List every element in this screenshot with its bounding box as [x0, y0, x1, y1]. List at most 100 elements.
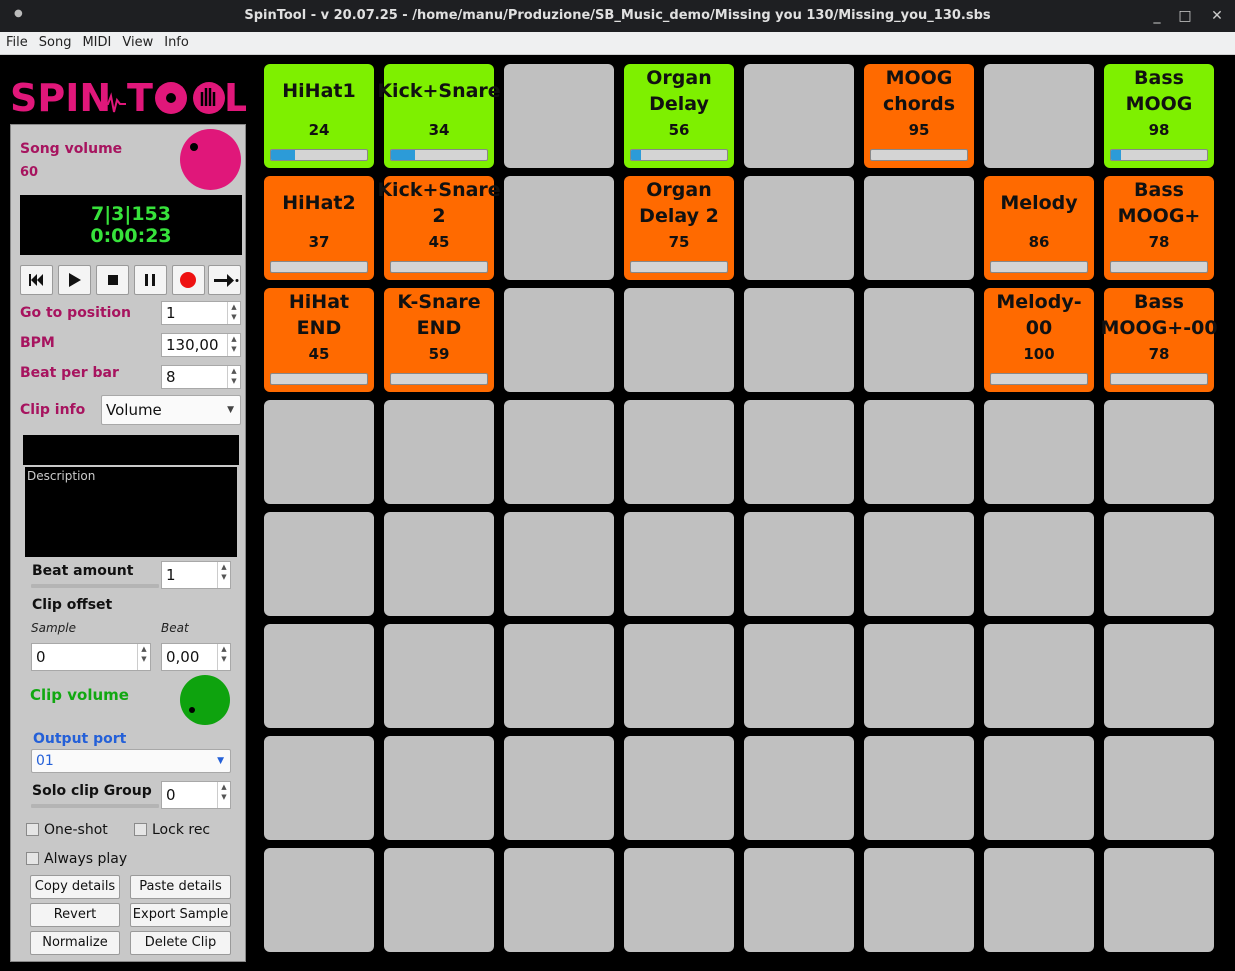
empty-clip-slot[interactable] [504, 624, 614, 728]
empty-clip-slot[interactable] [864, 288, 974, 392]
empty-clip-slot[interactable] [744, 736, 854, 840]
empty-clip-slot[interactable] [744, 64, 854, 168]
spin-arrows-icon[interactable]: ▲ ▼ [217, 562, 230, 588]
empty-clip-slot[interactable] [744, 176, 854, 280]
clip-pad[interactable]: Bass MOOG+ 78 [1104, 176, 1214, 280]
revert-button[interactable]: Revert [30, 903, 120, 927]
empty-clip-slot[interactable] [744, 288, 854, 392]
output-port-select[interactable]: 01 ▼ [31, 749, 231, 773]
beat-amount-input[interactable]: 1 ▲ ▼ [161, 561, 231, 589]
follow-button[interactable] [208, 265, 241, 295]
empty-clip-slot[interactable] [384, 848, 494, 952]
empty-clip-slot[interactable] [864, 624, 974, 728]
goto-position-input[interactable]: 1 ▲ ▼ [161, 301, 241, 325]
empty-clip-slot[interactable] [1104, 400, 1214, 504]
empty-clip-slot[interactable] [984, 624, 1094, 728]
empty-clip-slot[interactable] [264, 624, 374, 728]
bpm-input[interactable]: 130,00 ▲ ▼ [161, 333, 241, 357]
empty-clip-slot[interactable] [264, 400, 374, 504]
spin-arrows-icon[interactable]: ▲ ▼ [217, 644, 230, 670]
empty-clip-slot[interactable] [504, 64, 614, 168]
empty-clip-slot[interactable] [264, 736, 374, 840]
empty-clip-slot[interactable] [984, 64, 1094, 168]
copy-details-button[interactable]: Copy details [30, 875, 120, 899]
empty-clip-slot[interactable] [744, 512, 854, 616]
export-sample-button[interactable]: Export Sample [130, 903, 231, 927]
empty-clip-slot[interactable] [504, 288, 614, 392]
menu-midi[interactable]: MIDI [76, 32, 116, 50]
paste-details-button[interactable]: Paste details [130, 875, 231, 899]
clip-pad[interactable]: Kick+Snare 34 [377, 64, 501, 168]
clip-volume-knob[interactable] [180, 675, 230, 725]
empty-clip-slot[interactable] [744, 400, 854, 504]
clip-pad[interactable]: Melody 86 [984, 176, 1094, 280]
clip-pad[interactable]: Organ Delay 2 75 [624, 176, 734, 280]
close-button[interactable]: ✕ [1206, 5, 1228, 27]
empty-clip-slot[interactable] [864, 736, 974, 840]
clip-pad[interactable]: K-Snare END 59 [384, 288, 494, 392]
menu-file[interactable]: File [0, 32, 33, 50]
empty-clip-slot[interactable] [504, 736, 614, 840]
clip-info-select[interactable]: Volume ▼ [101, 395, 241, 425]
spin-arrows-icon[interactable]: ▲ ▼ [227, 366, 240, 388]
empty-clip-slot[interactable] [384, 400, 494, 504]
empty-clip-slot[interactable] [624, 288, 734, 392]
spin-arrows-icon[interactable]: ▲ ▼ [137, 644, 150, 670]
empty-clip-slot[interactable] [504, 512, 614, 616]
empty-clip-slot[interactable] [1104, 624, 1214, 728]
empty-clip-slot[interactable] [864, 176, 974, 280]
clip-pad[interactable]: Bass MOOG 98 [1104, 64, 1214, 168]
clip-pad[interactable]: Melody-00 100 [984, 288, 1094, 392]
empty-clip-slot[interactable] [984, 512, 1094, 616]
empty-clip-slot[interactable] [624, 512, 734, 616]
beat-per-bar-input[interactable]: 8 ▲ ▼ [161, 365, 241, 389]
clip-pad[interactable]: HiHat2 37 [264, 176, 374, 280]
clip-pad[interactable]: Kick+Snare 2 45 [377, 176, 501, 280]
description-field[interactable]: Description [25, 467, 237, 557]
empty-clip-slot[interactable] [264, 512, 374, 616]
song-volume-knob[interactable] [180, 129, 241, 190]
empty-clip-slot[interactable] [864, 848, 974, 952]
empty-clip-slot[interactable] [384, 736, 494, 840]
stop-button[interactable] [96, 265, 129, 295]
clip-pad[interactable]: HiHat END 45 [264, 288, 374, 392]
clip-name-field[interactable] [23, 435, 239, 465]
menu-info[interactable]: Info [158, 32, 194, 50]
empty-clip-slot[interactable] [1104, 736, 1214, 840]
empty-clip-slot[interactable] [984, 848, 1094, 952]
rewind-button[interactable] [20, 265, 53, 295]
sample-offset-input[interactable]: 0 ▲ ▼ [31, 643, 151, 671]
clip-pad[interactable]: HiHat1 24 [264, 64, 374, 168]
clip-pad[interactable]: Organ Delay 56 [624, 64, 734, 168]
lock-rec-checkbox[interactable]: Lock rec [134, 822, 210, 838]
normalize-button[interactable]: Normalize [30, 931, 120, 955]
menu-song[interactable]: Song [33, 32, 77, 50]
empty-clip-slot[interactable] [744, 624, 854, 728]
always-play-checkbox[interactable]: Always play [26, 851, 127, 867]
play-button[interactable] [58, 265, 91, 295]
menu-view[interactable]: View [116, 32, 158, 50]
spin-arrows-icon[interactable]: ▲ ▼ [227, 302, 240, 324]
clip-pad[interactable]: Bass MOOG+-00 78 [1100, 288, 1218, 392]
empty-clip-slot[interactable] [504, 176, 614, 280]
beat-offset-input[interactable]: 0,00 ▲ ▼ [161, 643, 231, 671]
maximize-button[interactable]: □ [1174, 5, 1196, 27]
spin-arrows-icon[interactable]: ▲ ▼ [217, 782, 230, 808]
empty-clip-slot[interactable] [1104, 848, 1214, 952]
clip-pad[interactable]: MOOG chords 95 [864, 64, 974, 168]
empty-clip-slot[interactable] [624, 400, 734, 504]
empty-clip-slot[interactable] [744, 848, 854, 952]
empty-clip-slot[interactable] [864, 512, 974, 616]
empty-clip-slot[interactable] [1104, 512, 1214, 616]
empty-clip-slot[interactable] [624, 736, 734, 840]
empty-clip-slot[interactable] [384, 624, 494, 728]
empty-clip-slot[interactable] [864, 400, 974, 504]
record-button[interactable] [172, 265, 205, 295]
one-shot-checkbox[interactable]: One-shot [26, 822, 108, 838]
empty-clip-slot[interactable] [624, 848, 734, 952]
empty-clip-slot[interactable] [504, 400, 614, 504]
empty-clip-slot[interactable] [984, 736, 1094, 840]
empty-clip-slot[interactable] [384, 512, 494, 616]
empty-clip-slot[interactable] [624, 624, 734, 728]
solo-clip-group-input[interactable]: 0 ▲ ▼ [161, 781, 231, 809]
